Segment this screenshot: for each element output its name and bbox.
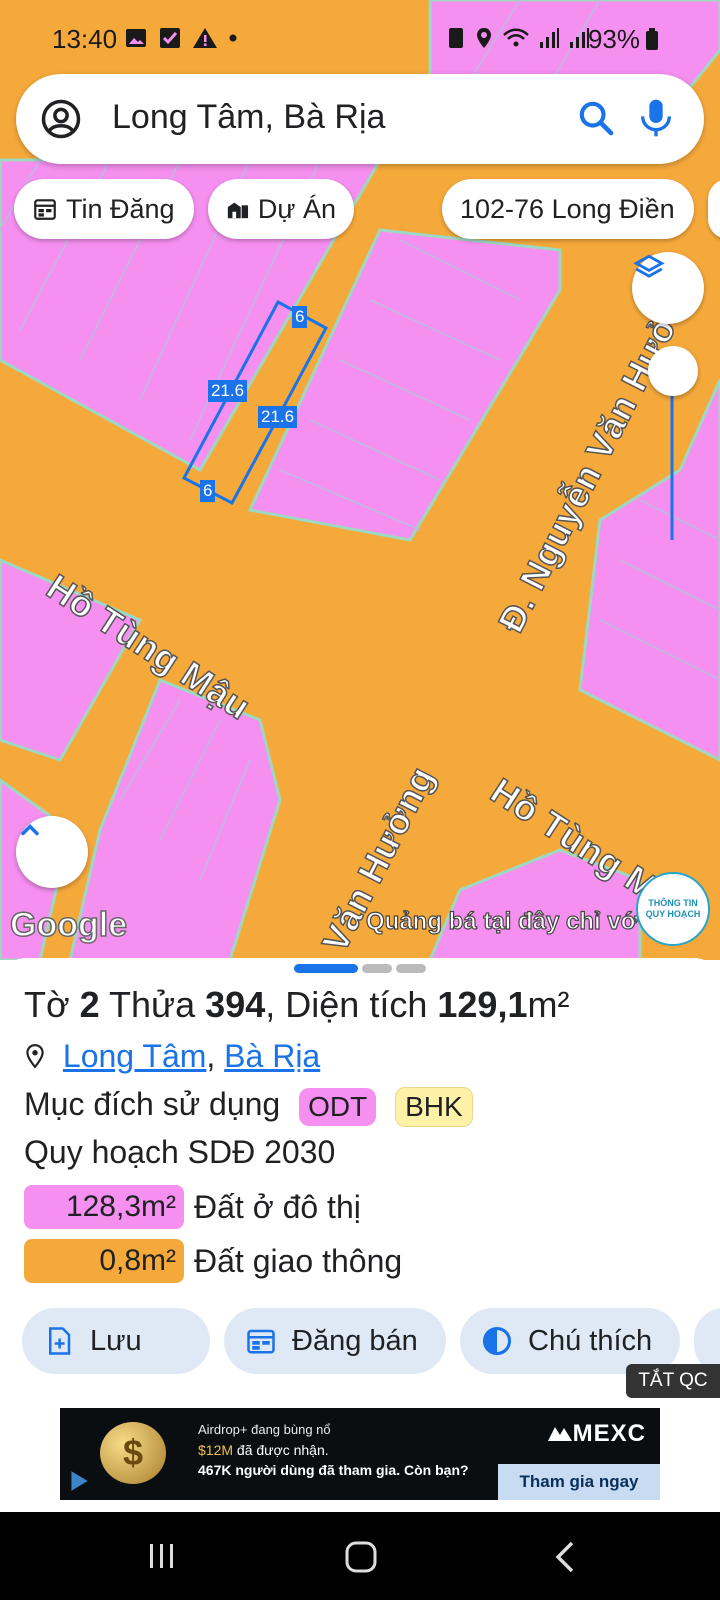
- purpose-label: Mục đích sử dụng: [24, 1086, 281, 1122]
- mexc-logo-icon: [547, 1427, 572, 1441]
- chip-du-an[interactable]: Dự Án: [208, 179, 354, 239]
- plan-area-row: 128,3m² Đất ở đô thị: [24, 1184, 361, 1230]
- calendar-icon: [34, 199, 56, 220]
- city-link[interactable]: Bà Rịa: [224, 1038, 320, 1074]
- save-icon: [49, 1327, 71, 1355]
- land-use-purpose: Mục đích sử dụng ODT BHK: [24, 1086, 473, 1127]
- promo-text[interactable]: Quảng bá tại đây chỉ vớ: [365, 907, 638, 936]
- location-icon: [477, 28, 491, 48]
- sheet-page-indicator[interactable]: [396, 964, 426, 973]
- plot-edge-label-top: 6: [292, 306, 308, 328]
- plot-edge-label-right: 21.6: [258, 406, 298, 428]
- battery-percent: 93%: [587, 24, 640, 54]
- zoom-slider-knob[interactable]: [648, 346, 698, 396]
- ad-coin-image: $: [100, 1422, 166, 1484]
- home-icon[interactable]: [344, 1540, 378, 1574]
- plot-edge-label-bottom: 6: [200, 480, 216, 502]
- chip-label: Tin Đăng: [66, 193, 175, 224]
- ad-line-2-rest: đã được nhận.: [233, 1442, 329, 1458]
- signal-icon-2: [570, 28, 589, 48]
- status-bar: 13:40 93%: [0, 0, 720, 80]
- search-icon[interactable]: [576, 98, 616, 138]
- ad-line-1: Airdrop+ đang bùng nổ: [198, 1422, 331, 1437]
- location-pin-icon: [26, 1044, 44, 1069]
- signal-icon: [540, 28, 559, 48]
- post-icon: [247, 1329, 275, 1354]
- checkbox-icon: [160, 28, 180, 48]
- plot-edge-label-left: 21.6: [208, 380, 248, 402]
- dot-icon: [229, 34, 237, 42]
- purpose-tag-bhk[interactable]: BHK: [395, 1086, 473, 1127]
- planning-info-badge[interactable]: THÔNG TIN QUY HOẠCH: [636, 872, 710, 946]
- plan-area-value: 0,8m²: [24, 1239, 184, 1283]
- plan-area-value: 128,3m²: [24, 1185, 184, 1229]
- chip-label: 102-76 Long Điền: [460, 193, 675, 224]
- ad-line-2: $12M đã được nhận.: [198, 1442, 329, 1458]
- chip-tin-dang[interactable]: Tin Đăng: [14, 179, 194, 239]
- ad-line-3: 467K người dùng đã tham gia. Còn bạn?: [198, 1462, 469, 1478]
- sim-icon: [449, 28, 463, 48]
- post-button-label: Đăng bán: [292, 1324, 418, 1357]
- comma: ,: [265, 984, 276, 1025]
- search-query[interactable]: Long Tâm, Bà Rịa: [112, 98, 385, 137]
- expand-sheet-button[interactable]: [16, 816, 88, 888]
- chevron-up-icon: [21, 824, 39, 836]
- ad-brand-logo: MEXC: [547, 1420, 646, 1448]
- legend-button-label: Chú thích: [528, 1324, 653, 1357]
- plan-area-label: Đất giao thông: [194, 1242, 403, 1279]
- system-nav-bar: [0, 1512, 720, 1600]
- ad-brand: MEXC: [572, 1420, 646, 1447]
- plot-number: 394: [205, 984, 266, 1025]
- purpose-tag-odt[interactable]: ODT: [299, 1087, 377, 1126]
- close-ad-button[interactable]: TẮT QC: [626, 1364, 720, 1398]
- chip-parcel-code[interactable]: 102-76 Long Điền: [442, 179, 694, 239]
- area-unit: m²: [527, 984, 570, 1025]
- parcel-location: Long Tâm, Bà Rịa: [24, 1038, 320, 1075]
- back-icon[interactable]: [552, 1540, 578, 1574]
- battery-icon: [646, 28, 658, 50]
- save-button-label: Lưu: [90, 1324, 142, 1357]
- wifi-icon: [503, 28, 529, 47]
- sheet-number: 2: [79, 984, 100, 1025]
- sheet-label: Tờ: [24, 984, 70, 1025]
- layers-icon: [633, 254, 665, 278]
- warning-icon: [193, 28, 217, 48]
- save-button[interactable]: Lưu: [22, 1308, 210, 1374]
- legend-icon: [482, 1326, 512, 1356]
- gallery-icon: [126, 29, 146, 47]
- recent-apps-icon[interactable]: [146, 1540, 178, 1572]
- system-icons: [446, 26, 590, 50]
- ad-amount: $12M: [198, 1442, 234, 1458]
- google-logo: Google: [9, 905, 128, 945]
- area-label: Diện tích: [285, 984, 428, 1025]
- plan-area-row: 0,8m² Đất giao thông: [24, 1238, 402, 1284]
- search-bar[interactable]: Long Tâm, Bà Rịa: [16, 74, 704, 164]
- ward-link[interactable]: Long Tâm: [63, 1038, 207, 1074]
- account-icon[interactable]: [40, 98, 82, 140]
- notification-icons: [124, 26, 238, 50]
- buildings-icon: [227, 202, 249, 219]
- plot-label: Thửa: [109, 984, 196, 1025]
- ad-cta-button[interactable]: Tham gia ngay: [498, 1464, 660, 1500]
- chip-label: Dự Án: [257, 193, 336, 224]
- ad-play-icon: [71, 1471, 88, 1491]
- plan-title: Quy hoạch SDĐ 2030: [24, 1134, 336, 1170]
- sheet-page-indicator[interactable]: [362, 964, 392, 973]
- sheet-page-indicator-active[interactable]: [294, 964, 358, 973]
- badge-line-2: QUY HOẠCH: [645, 909, 701, 919]
- clock: 13:40: [52, 24, 118, 54]
- post-for-sale-button[interactable]: Đăng bán: [224, 1308, 446, 1374]
- area-value: 129,1: [437, 984, 528, 1025]
- ad-banner[interactable]: $ Airdrop+ đang bùng nổ $12M đã được nhậ…: [60, 1408, 660, 1500]
- badge-line-1: THÔNG TIN: [648, 898, 698, 908]
- layers-button[interactable]: [632, 252, 704, 324]
- location-separator: ,: [206, 1038, 225, 1074]
- plan-area-label: Đất ở đô thị: [194, 1188, 361, 1225]
- microphone-icon[interactable]: [636, 96, 676, 140]
- parcel-title: Tờ 2 Thửa 394, Diện tích 129,1m²: [24, 984, 569, 1026]
